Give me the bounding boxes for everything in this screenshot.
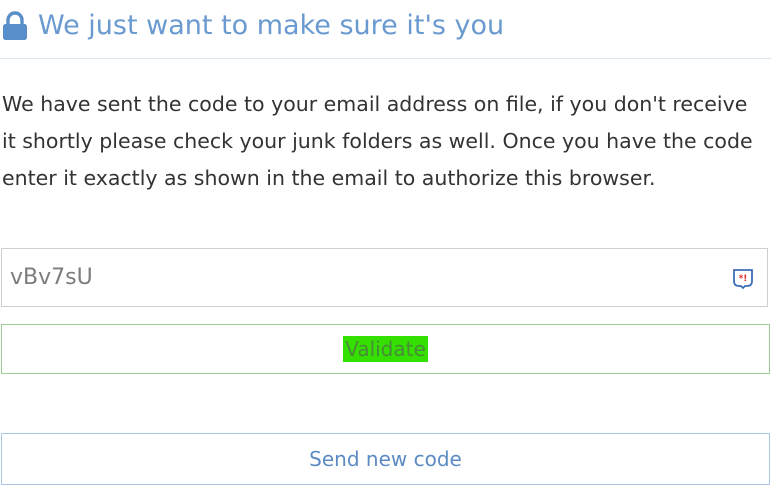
page-title: We just want to make sure it's you xyxy=(38,10,505,41)
code-input[interactable] xyxy=(2,249,722,306)
validate-button-label: Validate xyxy=(343,336,428,362)
send-new-code-label: Send new code xyxy=(309,447,462,471)
send-new-code-button[interactable]: Send new code xyxy=(1,433,770,485)
instruction-message: We have sent the code to your email addr… xyxy=(2,92,753,190)
password-manager-icon[interactable]: *! xyxy=(731,266,755,290)
lock-icon xyxy=(3,11,27,40)
validate-button[interactable]: Validate xyxy=(1,324,770,374)
page-header: We just want to make sure it's you xyxy=(0,0,771,59)
svg-text:*!: *! xyxy=(739,274,748,284)
code-field: *! xyxy=(1,248,768,307)
